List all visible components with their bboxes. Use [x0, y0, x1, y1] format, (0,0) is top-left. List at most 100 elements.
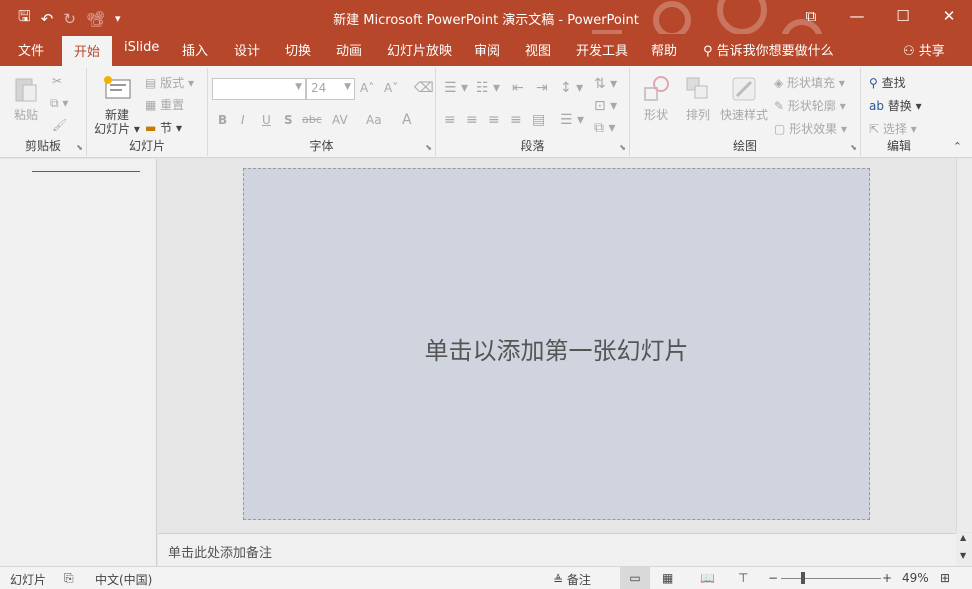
strikethrough-button[interactable]: abc [302, 113, 322, 126]
slideshow-icon[interactable]: ⊤ [738, 571, 748, 585]
tab-view[interactable]: 视图 [525, 40, 551, 59]
shrink-font-icon[interactable]: A˅ [384, 81, 398, 95]
align-text-icon[interactable]: ⊡ ▾ [594, 98, 617, 114]
change-case-button[interactable]: Aa [366, 113, 382, 127]
tab-help[interactable]: 帮助 [651, 40, 677, 59]
align-left-icon[interactable]: ≡ [444, 112, 456, 128]
justify-icon[interactable]: ≡ [510, 112, 522, 128]
dialog-launcher-icon[interactable]: ⬊ [619, 143, 626, 152]
zoom-slider-thumb[interactable] [801, 572, 805, 584]
font-color-button[interactable]: A [402, 112, 412, 128]
font-name-field[interactable]: ▼ [212, 78, 306, 100]
tab-design[interactable]: 设计 [234, 40, 260, 59]
dialog-launcher-icon[interactable]: ⬊ [850, 143, 857, 152]
arrange-label: 排列 [685, 108, 710, 122]
zoom-level[interactable]: 49% [902, 571, 929, 585]
chevron-down-icon: ▼ [344, 82, 351, 92]
vertical-scrollbar[interactable] [956, 159, 972, 532]
slide-sorter-icon[interactable]: ▦ [662, 571, 673, 585]
scroll-down-icon[interactable]: ▼ [960, 551, 966, 560]
fit-to-window-icon[interactable]: ⊞ [940, 571, 950, 585]
clear-format-icon[interactable]: ⌫ [414, 80, 434, 96]
accessibility-icon[interactable]: ⎘ [64, 571, 74, 586]
align-center-icon[interactable]: ≡ [466, 112, 478, 128]
tell-me-search[interactable]: ⚲ 告诉我你想要做什么 [703, 40, 834, 59]
scroll-up-icon[interactable]: ▲ [960, 533, 966, 542]
arrange-button[interactable]: 排列 [678, 74, 718, 122]
smartart-icon[interactable]: ⧉ ▾ [594, 120, 615, 136]
shapes-button[interactable]: 形状 [636, 74, 676, 122]
zoom-slider-track[interactable] [781, 578, 881, 579]
replace-label: 替换 ▾ [887, 99, 922, 113]
tab-file[interactable]: 文件 [18, 40, 44, 59]
drawing-group-label: 绘图 [732, 139, 757, 153]
notes-icon: ≜ [553, 573, 567, 587]
language-indicator[interactable]: 中文(中国) [95, 571, 152, 588]
add-first-slide-text: 单击以添加第一张幻灯片 [424, 337, 689, 365]
columns-icon[interactable]: ☰ ▾ [560, 112, 584, 128]
replace-icon: ab [869, 99, 888, 113]
copy-icon[interactable]: ⧉ ▾ [50, 96, 68, 111]
paste-button[interactable]: 粘贴 [8, 74, 44, 122]
underline-button[interactable]: U [262, 113, 271, 127]
ribbon-display-button[interactable]: ⧉ [788, 0, 834, 34]
notes-toggle-label: 备注 [566, 573, 591, 587]
line-spacing-icon[interactable]: ↕ ▾ [560, 80, 583, 96]
ribbon: 粘贴 ✂ ⧉ ▾ 🖌 剪贴板 ⬊ 新建 幻灯片 ▾ ▤ 版式 ▾ ▦ 重置 ▬ … [0, 66, 972, 158]
tab-islide[interactable]: iSlide [124, 40, 159, 55]
share-button[interactable]: ⚇ 共享 [903, 40, 945, 59]
minimize-button[interactable]: — [834, 0, 880, 34]
slides-group-label: 幻灯片 [128, 139, 165, 153]
layout-button[interactable]: ▤ 版式 ▾ [145, 74, 194, 91]
quick-styles-button[interactable]: 快速样式 [718, 74, 770, 122]
reset-button[interactable]: ▦ 重置 [145, 96, 184, 113]
tab-animations[interactable]: 动画 [336, 40, 362, 59]
italic-button[interactable]: I [241, 113, 245, 127]
numbering-icon[interactable]: ☷ ▾ [476, 80, 500, 96]
effects-icon: ▢ [774, 122, 790, 136]
shape-fill-button[interactable]: ◈ 形状填充 ▾ [774, 74, 845, 91]
select-button[interactable]: ⇱ 选择 ▾ [869, 120, 917, 137]
tab-transitions[interactable]: 切换 [285, 40, 311, 59]
person-icon: ⚇ [903, 44, 919, 59]
format-painter-icon[interactable]: 🖌 [52, 118, 67, 132]
dialog-launcher-icon[interactable]: ⬊ [76, 143, 83, 152]
zoom-in-button[interactable]: + [882, 571, 892, 585]
increase-indent-icon[interactable]: ⇥ [536, 80, 548, 96]
shape-effects-button[interactable]: ▢ 形状效果 ▾ [774, 120, 847, 137]
close-button[interactable]: ✕ [926, 0, 972, 34]
notes-toggle[interactable]: ≜ 备注 [553, 571, 591, 588]
distributed-icon[interactable]: ▤ [532, 112, 545, 128]
normal-view-icon[interactable]: ▭ [620, 567, 650, 589]
tab-home[interactable]: 开始 [62, 36, 113, 66]
new-slide-button[interactable]: 新建 幻灯片 ▾ [91, 74, 143, 136]
maximize-button[interactable]: ☐ [880, 0, 926, 34]
replace-button[interactable]: ab 替换 ▾ [869, 97, 922, 114]
shape-outline-button[interactable]: ✎ 形状轮廓 ▾ [774, 97, 846, 114]
grow-font-icon[interactable]: A˄ [360, 81, 374, 95]
zoom-out-button[interactable]: − [768, 571, 778, 585]
font-size-field[interactable]: 24 ▼ [306, 78, 355, 100]
character-spacing-button[interactable]: AV [332, 113, 348, 127]
section-button[interactable]: ▬ 节 ▾ [145, 119, 182, 136]
text-direction-icon[interactable]: ⇅ ▾ [594, 76, 617, 92]
dialog-launcher-icon[interactable]: ⬊ [425, 143, 432, 152]
find-button[interactable]: ⚲ 查找 [869, 74, 906, 91]
cut-icon[interactable]: ✂ [52, 74, 62, 88]
shadow-button[interactable]: S [284, 113, 293, 127]
tab-insert[interactable]: 插入 [182, 40, 208, 59]
tab-slideshow[interactable]: 幻灯片放映 [387, 40, 452, 59]
align-right-icon[interactable]: ≡ [488, 112, 500, 128]
slide-placeholder[interactable]: 单击以添加第一张幻灯片 [243, 168, 870, 520]
notes-pane[interactable]: 单击此处添加备注 [158, 533, 956, 566]
decrease-indent-icon[interactable]: ⇤ [512, 80, 524, 96]
ribbon-tabs: 文件 开始 iSlide 插入 设计 切换 动画 幻灯片放映 审阅 视图 开发工… [0, 34, 972, 66]
tab-developer[interactable]: 开发工具 [576, 40, 628, 59]
collapse-ribbon-icon[interactable]: ⌃ [953, 140, 962, 153]
slide-thumbnail-pane[interactable] [0, 159, 157, 566]
reading-view-icon[interactable]: 📖 [700, 571, 715, 585]
bold-button[interactable]: B [218, 113, 227, 127]
tab-review[interactable]: 审阅 [474, 40, 500, 59]
notes-scrollbar[interactable]: ▲ ▼ [956, 533, 972, 566]
bullets-icon[interactable]: ☰ ▾ [444, 80, 468, 96]
